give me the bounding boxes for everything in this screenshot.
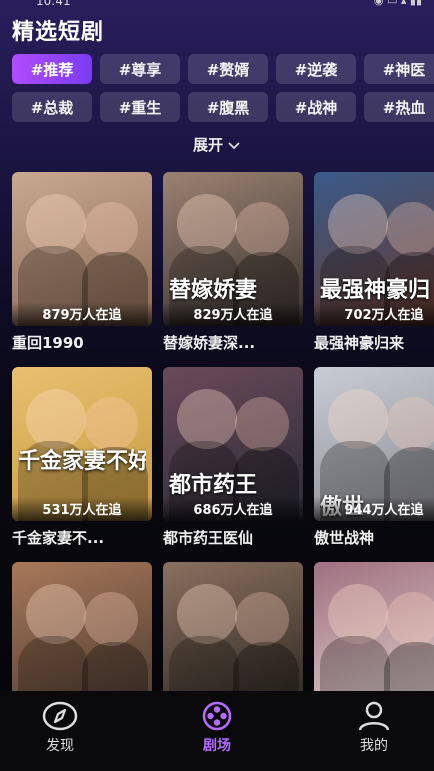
poster-figure [26,194,86,254]
drama-card[interactable]: 千金家妻不好惹 531万人在追千金家妻不... [12,367,152,548]
poster-figure [177,194,237,254]
poster-figure [235,397,289,451]
tag-row: #总裁 #重生 #腹黑 #战神 #热血 [12,92,434,122]
poster-figure [328,584,388,644]
drama-card[interactable]: 傲世944万人在追傲世战神 [314,367,434,548]
poster-figure [84,592,138,646]
drama-row: 千金家妻不好惹531万人在追千金家妻不...都市药王686万人在追都市药王医仙傲… [12,367,434,548]
nav-mine[interactable]: 我的 [314,691,434,771]
poster-figure [177,584,237,644]
drama-card[interactable]: 替嫁娇妻 829万人在追替嫁娇妻深... [163,172,303,353]
user-icon [358,701,390,731]
poster-figure [26,389,86,449]
view-count: 686万人在追 [163,497,303,521]
poster-title-art: 千金家妻不好惹 [18,449,146,474]
nav-theater-label: 剧场 [203,738,231,754]
drama-poster: 傲世944万人在追 [314,367,434,521]
poster-figure [84,202,138,256]
status-time: 10:41 [36,0,71,8]
drama-poster: 千金家妻不好惹 531万人在追 [12,367,152,521]
chevron-down-icon [228,141,240,149]
nav-discover[interactable]: 发现 [0,691,120,771]
tag-filter: #推荐 #尊享 #赘婿 #逆袭 #神医 #总裁 #重生 #腹黑 #战神 #热血 [12,54,434,130]
poster-figure [328,194,388,254]
poster-title-art: 最强神豪归 [320,278,431,303]
drama-poster: 最强神豪归 702万人在追 [314,172,434,326]
nav-theater[interactable]: 剧场 [157,691,277,771]
film-reel-icon [202,701,232,731]
drama-title: 最强神豪归来 [314,334,405,352]
drama-title: 都市药王医仙 [163,529,254,547]
view-count: 944万人在追 [314,497,434,521]
tag-premium[interactable]: #尊享 [100,54,180,84]
tag-war-god[interactable]: #战神 [276,92,356,122]
poster-figure [328,389,388,449]
expand-button[interactable]: 展开 [0,134,434,155]
view-count: 531万人在追 [12,497,152,521]
drama-title: 千金家妻不... [12,529,105,547]
view-count: 702万人在追 [314,302,434,326]
nav-mine-label: 我的 [360,738,388,754]
view-count: 829万人在追 [163,302,303,326]
view-count: 879万人在追 [12,302,152,326]
expand-label: 展开 [192,136,223,154]
poster-figure [26,584,86,644]
poster-figure [177,389,237,449]
status-icons: ◉ ▭ ▴ ▮▮ [373,0,422,7]
drama-title: 傲世战神 [314,529,375,547]
drama-card[interactable]: 最强神豪归 702万人在追最强神豪归来 [314,172,434,353]
tag-scheming[interactable]: #腹黑 [188,92,268,122]
drama-title: 替嫁娇妻深... [163,334,256,352]
drama-title: 重回1990 [12,334,84,352]
tag-ceo[interactable]: #总裁 [12,92,92,122]
poster-figure [235,202,289,256]
drama-grid: 879万人在追 重回1990 替嫁娇妻 829万人在追 替嫁娇妻深... 最强神豪归 702… [12,172,434,730]
tag-rebirth[interactable]: #重生 [100,92,180,122]
drama-card[interactable]: 都市药王 686万人在追都市药王医仙 [163,367,303,548]
tag-comeback[interactable]: #逆袭 [276,54,356,84]
drama-poster: 879万人在追 [12,172,152,326]
drama-row: 879万人在追 重回1990 替嫁娇妻 829万人在追 替嫁娇妻深... 最强神豪归 702… [12,172,434,353]
poster-figure [386,397,434,451]
tag-miracle-doctor[interactable]: #神医 [364,54,434,84]
bottom-nav: 发现 剧场 我的 [0,691,434,771]
poster-title-art: 替嫁娇妻 [169,278,258,303]
poster-figure [235,592,289,646]
tag-son-in-law[interactable]: #赘婿 [188,54,268,84]
status-bar: 10:41 ◉ ▭ ▴ ▮▮ [0,0,434,12]
drama-poster: 都市药王 686万人在追 [163,367,303,521]
page-title: 精选短剧 [12,20,105,45]
drama-card[interactable]: 879万人在追重回1990 [12,172,152,353]
tag-passion[interactable]: #热血 [364,92,434,122]
drama-poster: 替嫁娇妻 829万人在追 [163,172,303,326]
tag-recommend[interactable]: #推荐 [12,54,92,84]
poster-title-art: 都市药王 [169,473,258,498]
poster-figure [386,592,434,646]
tag-row: #推荐 #尊享 #赘婿 #逆袭 #神医 [12,54,434,84]
nav-discover-label: 发现 [46,738,74,754]
poster-figure [386,202,434,256]
compass-icon [42,701,78,731]
